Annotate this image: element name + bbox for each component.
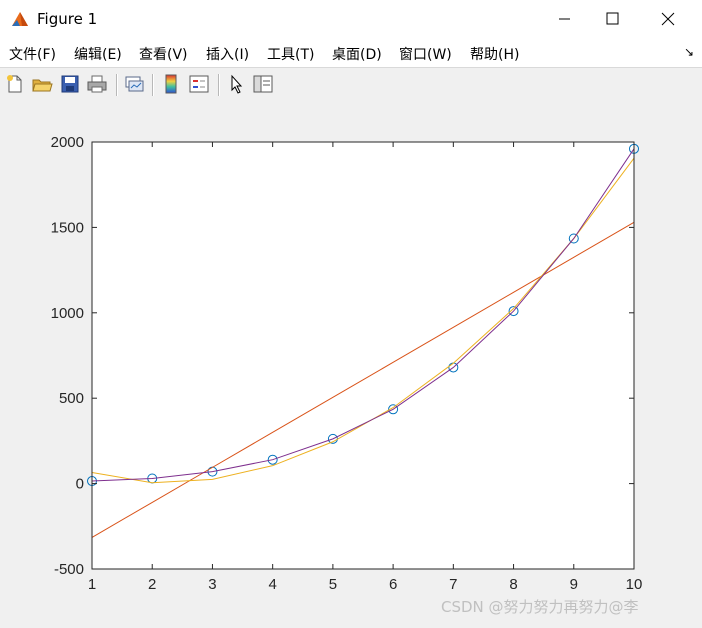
minimize-button[interactable] [541,0,587,38]
figure-canvas: 1 2 3 4 5 6 7 8 9 10 -500 0 500 1000 1500 2000 [0,102,702,628]
menu-window[interactable]: 窗口(W) [399,44,452,64]
x-tick-label: 7 [449,576,457,593]
x-tick-label: 5 [329,576,337,593]
watermark: CSDN @努力努力再努力@李 [441,598,639,616]
x-tick-label: 1 [88,576,96,593]
x-tick-label: 10 [626,576,643,593]
menu-tools[interactable]: 工具(T) [267,44,314,64]
menu-desktop[interactable]: 桌面(D) [332,44,382,64]
menu-edit[interactable]: 编辑(E) [74,44,122,64]
y-tick-label: 1000 [51,305,84,322]
y-tick-label: 1500 [51,219,84,236]
menu-insert[interactable]: 插入(I) [206,44,249,64]
y-tick-label: -500 [54,561,84,578]
edit-plot-arrow-icon[interactable] [225,73,247,95]
close-button[interactable] [645,0,691,38]
dock-arrow-icon[interactable]: ↘ [684,45,694,59]
menu-view[interactable]: 查看(V) [139,44,188,64]
figure-toolbar [0,67,702,103]
save-icon[interactable] [59,73,81,95]
open-file-icon[interactable] [31,73,53,95]
insert-colorbar-icon[interactable] [160,73,182,95]
toolbar-separator [116,74,118,96]
toolbar-separator [152,74,154,96]
y-tick-label: 2000 [51,134,84,151]
link-plot-icon[interactable] [123,73,145,95]
y-tick-label: 0 [76,476,84,493]
window-title: Figure 1 [37,10,98,28]
menu-bar: 文件(F) 编辑(E) 查看(V) 插入(I) 工具(T) 桌面(D) 窗口(W… [0,38,702,67]
y-tick-label: 500 [59,390,84,407]
insert-legend-icon[interactable] [188,73,210,95]
x-tick-label: 3 [208,576,216,593]
menu-help[interactable]: 帮助(H) [470,44,519,64]
menu-file[interactable]: 文件(F) [9,44,56,64]
x-tick-label: 8 [509,576,517,593]
window-titlebar: Figure 1 [0,0,702,38]
x-tick-label: 9 [570,576,578,593]
x-tick-label: 6 [389,576,397,593]
print-icon[interactable] [86,73,108,95]
maximize-button[interactable] [589,0,635,38]
new-figure-icon[interactable] [4,73,26,95]
matlab-figure-icon [10,9,30,29]
chart-axes[interactable]: 1 2 3 4 5 6 7 8 9 10 -500 0 500 1000 1500 2000 [0,102,702,628]
x-tick-label: 2 [148,576,156,593]
toolbar-separator [218,74,220,96]
x-tick-label: 4 [268,576,276,593]
plot-background [92,142,634,569]
plot-tools-icon[interactable] [252,73,274,95]
